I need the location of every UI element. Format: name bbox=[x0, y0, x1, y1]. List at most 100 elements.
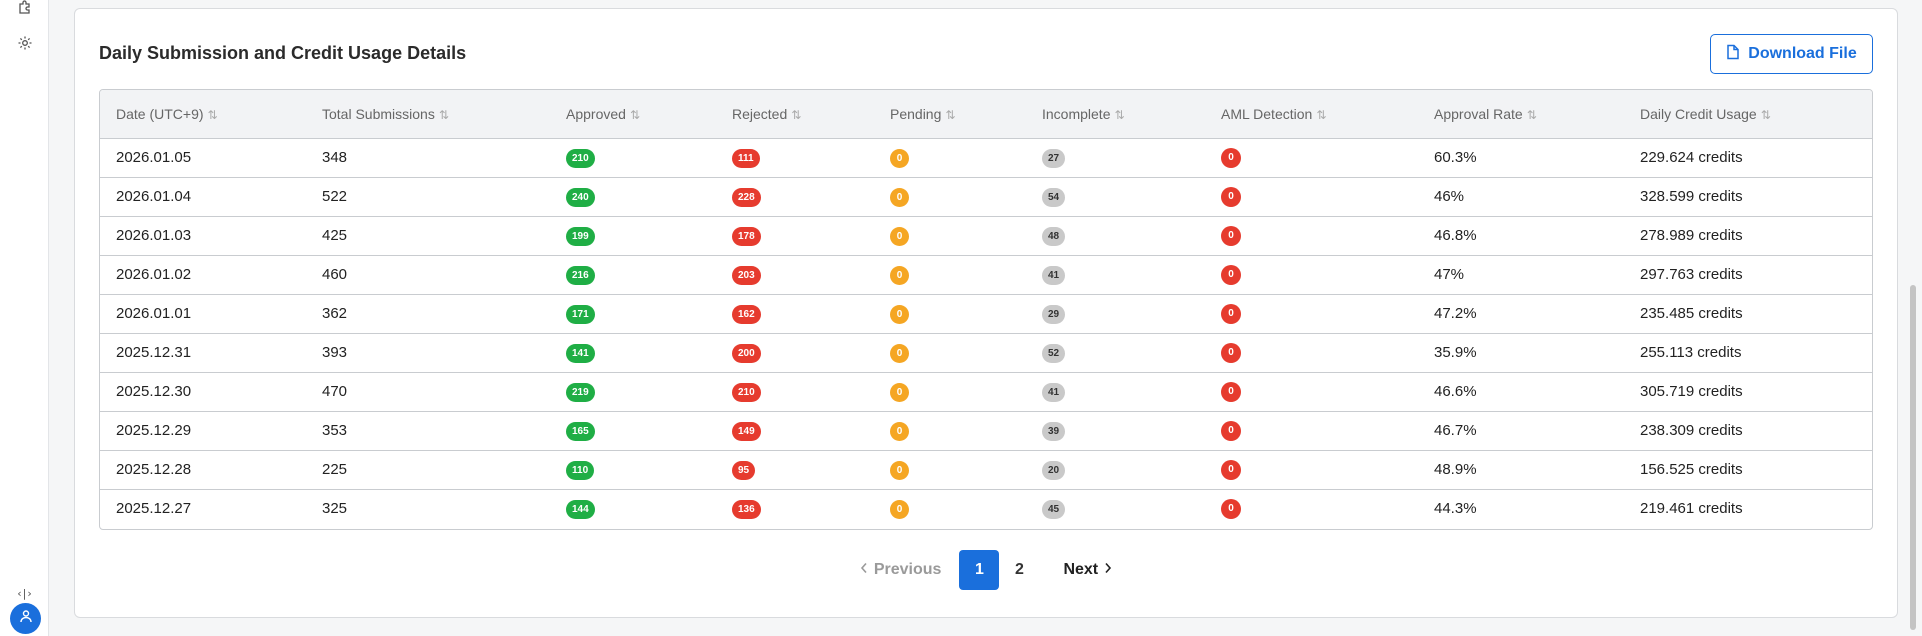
approval-rate-cell: 60.3% bbox=[1434, 149, 1477, 166]
table-cell: 255.113 credits bbox=[1624, 332, 1872, 372]
table-cell: 219 bbox=[550, 371, 716, 411]
approved-badge: 110 bbox=[566, 460, 595, 480]
column-header-total-submissions[interactable]: Total Submissions ⇅ bbox=[306, 90, 550, 139]
approved-badge: 210 bbox=[566, 148, 595, 168]
rejected-badge: 178 bbox=[732, 226, 761, 246]
total-submissions-cell: 393 bbox=[322, 344, 348, 361]
rejected-badge: 149 bbox=[732, 421, 761, 441]
table-cell: 2026.01.01 bbox=[100, 293, 306, 333]
sort-arrows-icon[interactable]: ⇅ bbox=[630, 108, 640, 122]
total-submissions-cell: 460 bbox=[322, 266, 348, 283]
column-header-date[interactable]: Date (UTC+9) ⇅ bbox=[100, 90, 306, 139]
aml-detection-badge: 0 bbox=[1221, 265, 1241, 285]
table-cell: 348 bbox=[306, 138, 550, 177]
incomplete-badge: 27 bbox=[1042, 148, 1066, 168]
table-cell: 2025.12.28 bbox=[100, 449, 306, 489]
table-cell: 162 bbox=[716, 293, 874, 333]
page-1-button[interactable]: 1 bbox=[959, 550, 1000, 590]
approved-badge: 199 bbox=[566, 226, 595, 246]
date-cell: 2025.12.31 bbox=[116, 344, 192, 361]
table-cell: 353 bbox=[306, 410, 550, 450]
table-cell: 238.309 credits bbox=[1624, 410, 1872, 450]
table-cell: 210 bbox=[550, 138, 716, 177]
column-header-aml-detection[interactable]: AML Detection ⇅ bbox=[1205, 90, 1418, 139]
total-submissions-cell: 325 bbox=[322, 500, 348, 518]
table-cell: 0 bbox=[874, 293, 1026, 333]
incomplete-badge: 45 bbox=[1042, 499, 1066, 519]
column-header-approved[interactable]: Approved ⇅ bbox=[550, 90, 716, 139]
date-cell: 2026.01.05 bbox=[116, 149, 192, 166]
incomplete-badge: 48 bbox=[1042, 226, 1066, 246]
gear-icon[interactable] bbox=[15, 33, 35, 53]
table-cell: 2026.01.04 bbox=[100, 176, 306, 216]
table-cell: 216 bbox=[550, 254, 716, 294]
table-cell: 325 bbox=[306, 488, 550, 528]
table-cell: 39 bbox=[1026, 410, 1205, 450]
sort-arrows-icon[interactable]: ⇅ bbox=[1761, 108, 1771, 122]
column-header-label: Total Submissions bbox=[322, 105, 435, 122]
page-2-button[interactable]: 2 bbox=[999, 550, 1039, 590]
approval-rate-cell: 46.8% bbox=[1434, 227, 1477, 244]
user-icon bbox=[19, 609, 33, 628]
table-cell: 20 bbox=[1026, 449, 1205, 489]
table-cell: 0 bbox=[1205, 449, 1418, 489]
date-cell: 2025.12.28 bbox=[116, 461, 192, 478]
rejected-badge: 228 bbox=[732, 187, 761, 207]
approved-badge: 219 bbox=[566, 382, 595, 402]
page-scrollbar[interactable] bbox=[1908, 0, 1918, 636]
previous-page-button[interactable]: Previous bbox=[860, 561, 941, 579]
sort-arrows-icon[interactable]: ⇅ bbox=[1316, 108, 1326, 122]
table-cell: 41 bbox=[1026, 254, 1205, 294]
table-row: 2026.01.05 348 210 111 0 27 0 60.3% 229.624 cred… bbox=[100, 138, 1872, 177]
download-file-button[interactable]: Download File bbox=[1710, 34, 1873, 74]
pending-badge: 0 bbox=[890, 499, 909, 519]
sort-arrows-icon[interactable]: ⇅ bbox=[1527, 108, 1537, 122]
sort-arrows-icon[interactable]: ⇅ bbox=[1114, 108, 1124, 122]
table-cell: 46% bbox=[1418, 176, 1624, 216]
table-cell: 44.3% bbox=[1418, 488, 1624, 528]
next-page-button[interactable]: Next bbox=[1063, 561, 1112, 579]
aml-detection-badge: 0 bbox=[1221, 460, 1241, 480]
approved-badge: 240 bbox=[566, 187, 595, 207]
column-header-approval-rate[interactable]: Approval Rate ⇅ bbox=[1418, 90, 1624, 139]
table-cell: 46.7% bbox=[1418, 410, 1624, 450]
sort-arrows-icon[interactable]: ⇅ bbox=[791, 108, 801, 122]
column-header-incomplete[interactable]: Incomplete ⇅ bbox=[1026, 90, 1205, 139]
table-cell: 362 bbox=[306, 293, 550, 333]
avatar[interactable] bbox=[10, 603, 41, 634]
table-row: 2026.01.02 460 216 203 0 41 0 47% 297.763 credit… bbox=[100, 254, 1872, 294]
table-cell: 47.2% bbox=[1418, 293, 1624, 333]
table-cell: 41 bbox=[1026, 371, 1205, 411]
column-header-rejected[interactable]: Rejected ⇅ bbox=[716, 90, 874, 139]
column-header-pending[interactable]: Pending ⇅ bbox=[874, 90, 1026, 139]
incomplete-badge: 41 bbox=[1042, 265, 1066, 285]
date-cell: 2025.12.27 bbox=[116, 500, 192, 518]
incomplete-badge: 54 bbox=[1042, 187, 1066, 207]
pagination: Previous 1 2 Next bbox=[75, 550, 1897, 590]
table-row: 2025.12.31 393 141 200 0 52 0 35.9% 255.113 cred… bbox=[100, 332, 1872, 372]
sort-arrows-icon[interactable]: ⇅ bbox=[945, 108, 955, 122]
rejected-badge: 136 bbox=[732, 499, 761, 519]
total-submissions-cell: 362 bbox=[322, 305, 348, 322]
table-cell: 0 bbox=[874, 254, 1026, 294]
sidebar-collapse-toggle[interactable]: ‹|› bbox=[11, 587, 39, 601]
table-cell: 328.599 credits bbox=[1624, 176, 1872, 216]
date-cell: 2026.01.02 bbox=[116, 266, 192, 283]
sort-arrows-icon[interactable]: ⇅ bbox=[208, 108, 218, 122]
scroll-thumb[interactable] bbox=[1910, 285, 1916, 630]
table-cell: 2026.01.05 bbox=[100, 138, 306, 177]
puzzle-icon[interactable] bbox=[15, 0, 35, 17]
usage-table: Date (UTC+9) ⇅ Total Submissions ⇅ Approved ⇅… bbox=[99, 89, 1873, 530]
table-cell: 2025.12.27 bbox=[100, 488, 306, 528]
table-cell: 2026.01.02 bbox=[100, 254, 306, 294]
incomplete-badge: 29 bbox=[1042, 304, 1066, 324]
aml-detection-badge: 0 bbox=[1221, 382, 1241, 402]
incomplete-badge: 52 bbox=[1042, 343, 1066, 363]
aml-detection-badge: 0 bbox=[1221, 226, 1241, 246]
table-cell: 144 bbox=[550, 488, 716, 528]
column-header-label: Approved bbox=[566, 105, 626, 122]
column-header-label: Approval Rate bbox=[1434, 105, 1523, 122]
sort-arrows-icon[interactable]: ⇅ bbox=[439, 108, 449, 122]
column-header-daily-credit-usage[interactable]: Daily Credit Usage ⇅ bbox=[1624, 90, 1872, 139]
approval-rate-cell: 47.2% bbox=[1434, 305, 1477, 322]
